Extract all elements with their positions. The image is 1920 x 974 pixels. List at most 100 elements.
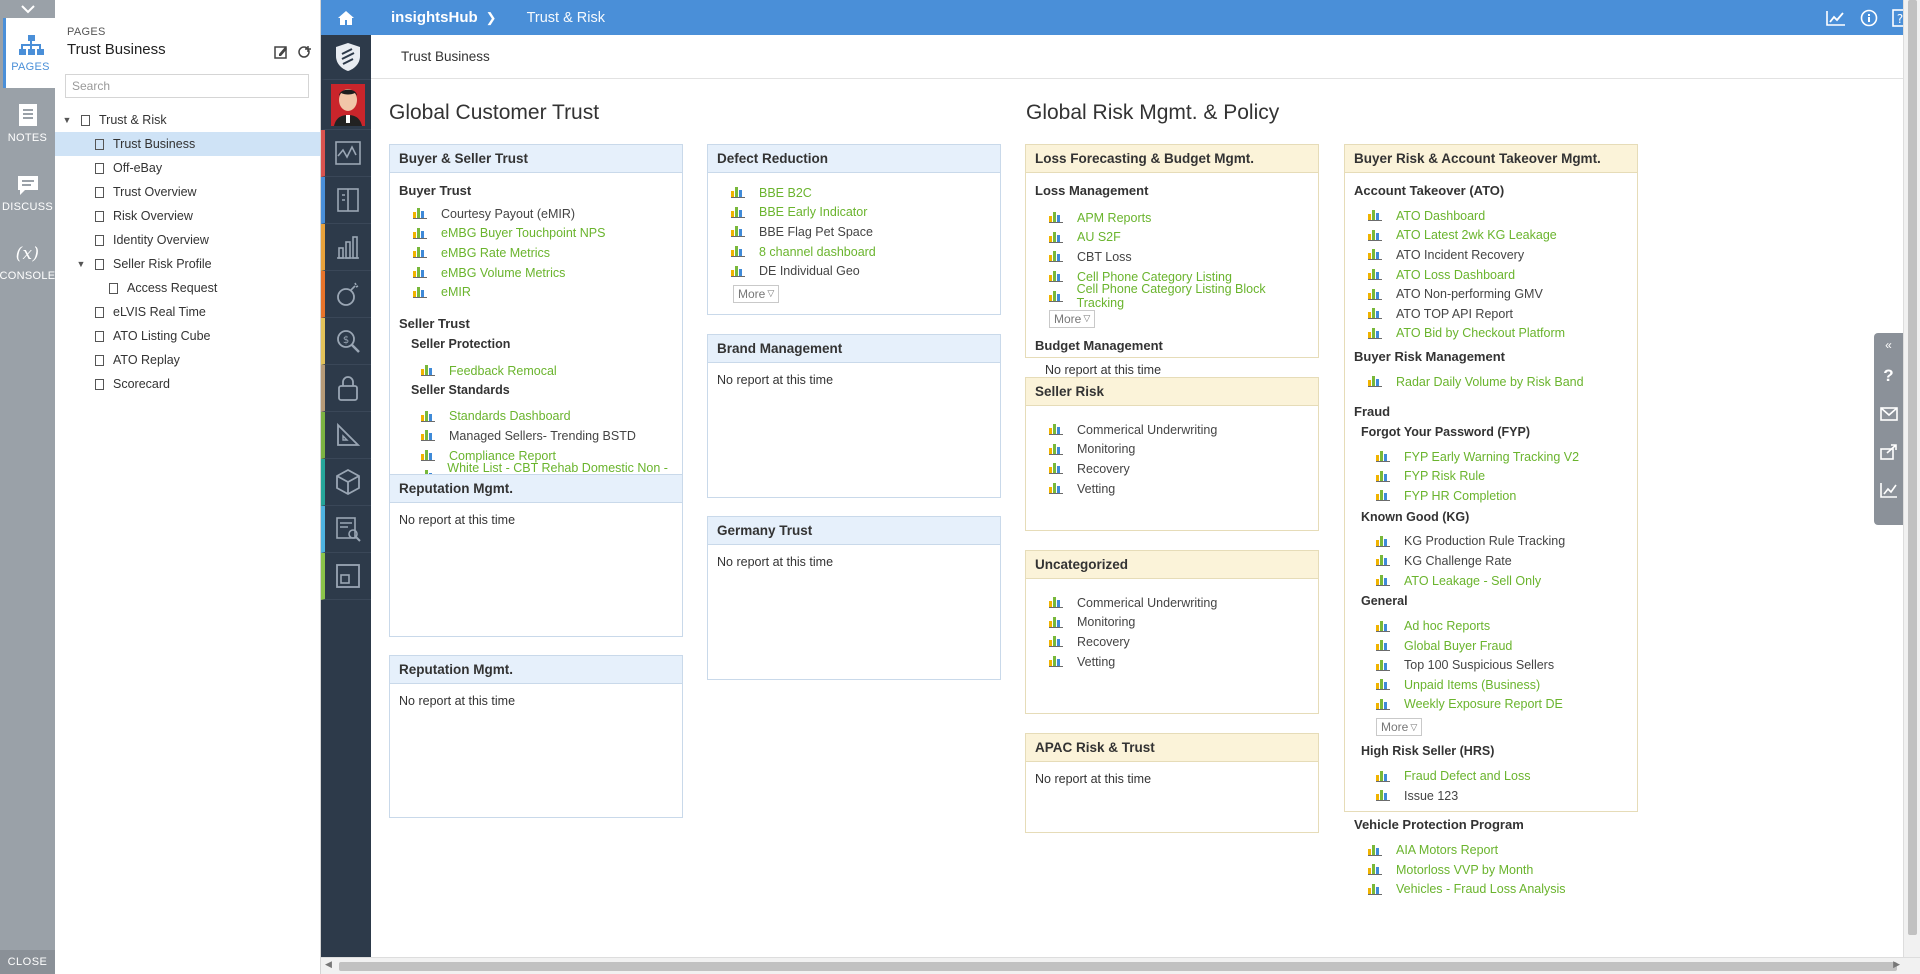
collapse-toggle[interactable] xyxy=(0,0,55,18)
vertical-scroll-thumb[interactable] xyxy=(1908,0,1917,935)
breadcrumb-trust-risk[interactable]: Trust & Risk xyxy=(527,10,605,26)
share-button[interactable] xyxy=(1874,433,1903,471)
edit-page-icon[interactable] xyxy=(274,45,288,59)
report-item[interactable]: APM Reports xyxy=(1049,208,1309,228)
report-item[interactable]: Managed Sellers- Trending BSTD xyxy=(421,426,673,446)
iconbar-pulse[interactable] xyxy=(321,130,371,177)
iconbar-triangle-ruler[interactable] xyxy=(321,412,371,459)
report-item[interactable]: Recovery xyxy=(1049,632,1309,652)
report-item[interactable]: ATO Incident Recovery xyxy=(1368,245,1628,265)
iconbar-search-money[interactable]: $ xyxy=(321,318,371,365)
iconbar-bomb[interactable] xyxy=(321,271,371,318)
iconbar-cube[interactable] xyxy=(321,459,371,506)
tree-item[interactable]: Scorecard xyxy=(55,372,320,396)
report-item[interactable]: Recovery xyxy=(1049,459,1309,479)
report-item[interactable]: KG Challenge Rate xyxy=(1376,551,1628,571)
pages-search-input[interactable] xyxy=(65,74,309,98)
report-item[interactable]: FYP HR Completion xyxy=(1376,486,1628,506)
rail-console-button[interactable]: (x) CONSOLE xyxy=(0,228,55,298)
analytics-button[interactable] xyxy=(1874,471,1903,509)
scroll-left-icon[interactable]: ◀ xyxy=(325,959,332,970)
trend-chart-icon[interactable] xyxy=(1826,10,1846,26)
report-item[interactable]: 8 channel dashboard xyxy=(731,242,991,262)
report-item[interactable]: eMBG Buyer Touchpoint NPS xyxy=(413,224,673,244)
add-page-icon[interactable] xyxy=(298,45,312,59)
report-item[interactable]: ATO Dashboard xyxy=(1368,206,1628,226)
report-item[interactable]: Unpaid Items (Business) xyxy=(1376,675,1628,695)
caret-down-icon[interactable]: ▼ xyxy=(75,259,87,269)
vertical-scrollbar[interactable] xyxy=(1903,0,1920,957)
iconbar-bar-chart[interactable] xyxy=(321,224,371,271)
report-item[interactable]: eMBG Rate Metrics xyxy=(413,243,673,263)
report-item[interactable]: Vetting xyxy=(1049,652,1309,672)
report-item[interactable]: Issue 123 xyxy=(1376,786,1628,806)
rail-notes-button[interactable]: NOTES xyxy=(0,88,55,158)
report-item[interactable]: Motorloss VVP by Month xyxy=(1368,860,1628,880)
report-item[interactable]: ATO Latest 2wk KG Leakage xyxy=(1368,226,1628,246)
report-item[interactable]: Feedback Remocal xyxy=(421,361,673,381)
report-item[interactable]: Fraud Defect and Loss xyxy=(1376,766,1628,786)
report-item[interactable]: CBT Loss xyxy=(1049,247,1309,267)
iconbar-document[interactable] xyxy=(321,177,371,224)
more-dropdown[interactable]: More ▽ xyxy=(1049,309,1096,328)
report-item[interactable]: ATO Loss Dashboard xyxy=(1368,265,1628,285)
mail-button[interactable] xyxy=(1874,395,1903,433)
tree-item[interactable]: Trust Overview xyxy=(55,180,320,204)
info-icon[interactable] xyxy=(1860,9,1878,27)
report-item[interactable]: Vehicles - Fraud Loss Analysis xyxy=(1368,880,1628,900)
tree-item[interactable]: ▼ Trust & Risk xyxy=(55,108,320,132)
tree-item[interactable]: Identity Overview xyxy=(55,228,320,252)
report-item[interactable]: BBE Early Indicator xyxy=(731,203,991,223)
more-dropdown[interactable]: More ▽ xyxy=(733,284,780,303)
report-item[interactable]: Monitoring xyxy=(1049,613,1309,633)
report-item[interactable]: BBE B2C xyxy=(731,183,991,203)
report-item[interactable]: Radar Daily Volume by Risk Band xyxy=(1368,372,1628,392)
iconbar-lock[interactable] xyxy=(321,365,371,412)
help-button[interactable]: ? xyxy=(1874,357,1903,395)
tree-item[interactable]: Access Request xyxy=(55,276,320,300)
report-item[interactable]: eMBG Volume Metrics xyxy=(413,263,673,283)
horizontal-scrollbar[interactable]: ◀ ▶ xyxy=(321,957,1920,974)
report-item[interactable]: eMIR xyxy=(413,282,673,302)
horizontal-scroll-thumb[interactable] xyxy=(339,962,1897,971)
report-item[interactable]: Commerical Underwriting xyxy=(1049,420,1309,440)
report-item[interactable]: AIA Motors Report xyxy=(1368,840,1628,860)
report-item[interactable]: FYP Risk Rule xyxy=(1376,466,1628,486)
report-item[interactable]: Cell Phone Category Listing Block Tracki… xyxy=(1049,282,1309,310)
more-dropdown[interactable]: More ▽ xyxy=(1376,718,1423,737)
report-item[interactable]: Top 100 Suspicious Sellers xyxy=(1376,656,1628,676)
tree-item[interactable]: Trust Business xyxy=(55,132,320,156)
report-item[interactable]: Global Buyer Fraud xyxy=(1376,636,1628,656)
report-item[interactable]: Ad hoc Reports xyxy=(1376,616,1628,636)
tree-item[interactable]: Risk Overview xyxy=(55,204,320,228)
tree-item[interactable]: ATO Replay xyxy=(55,348,320,372)
rail-discuss-button[interactable]: DISCUSS xyxy=(0,158,55,228)
report-item[interactable]: Courtesy Payout (eMIR) xyxy=(413,204,673,224)
report-item[interactable]: ATO Leakage - Sell Only xyxy=(1376,571,1628,591)
report-item[interactable]: Monitoring xyxy=(1049,440,1309,460)
report-item[interactable]: ATO Bid by Checkout Platform xyxy=(1368,324,1628,344)
report-item[interactable]: AU S2F xyxy=(1049,228,1309,248)
iconbar-layout[interactable] xyxy=(321,553,371,600)
scroll-right-icon[interactable]: ▶ xyxy=(1893,959,1900,970)
caret-down-icon[interactable]: ▼ xyxy=(61,115,73,125)
tree-item[interactable]: ATO Listing Cube xyxy=(55,324,320,348)
tree-item[interactable]: eLVIS Real Time xyxy=(55,300,320,324)
tree-item[interactable]: ▼ Seller Risk Profile xyxy=(55,252,320,276)
tree-item[interactable]: Off-eBay xyxy=(55,156,320,180)
report-item[interactable]: Commerical Underwriting xyxy=(1049,593,1309,613)
rail-pages-button[interactable]: PAGES xyxy=(3,18,55,88)
report-item[interactable]: ATO TOP API Report xyxy=(1368,304,1628,324)
report-item[interactable]: Standards Dashboard xyxy=(421,407,673,427)
iconbar-shield[interactable] xyxy=(321,35,371,80)
collapse-toolbar-button[interactable]: « xyxy=(1874,333,1903,357)
report-item[interactable]: FYP Early Warning Tracking V2 xyxy=(1376,447,1628,467)
iconbar-report-search[interactable] xyxy=(321,506,371,553)
report-item[interactable]: Vetting xyxy=(1049,479,1309,499)
close-button[interactable]: CLOSE xyxy=(0,950,55,974)
report-item[interactable]: BBE Flag Pet Space xyxy=(731,222,991,242)
report-item[interactable]: DE Individual Geo xyxy=(731,261,991,281)
home-button[interactable] xyxy=(321,0,371,35)
iconbar-user-avatar[interactable] xyxy=(321,80,371,130)
report-item[interactable]: KG Production Rule Tracking xyxy=(1376,532,1628,552)
